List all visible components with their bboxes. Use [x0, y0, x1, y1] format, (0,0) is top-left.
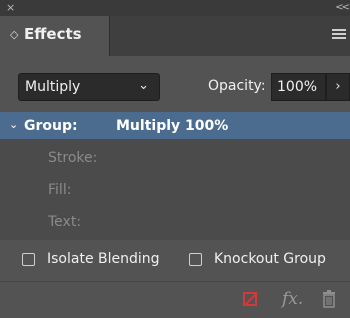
trash-icon[interactable] — [322, 290, 336, 308]
list-item-fill[interactable]: Fill: — [48, 182, 71, 198]
tab-toggle-icon[interactable]: ◇ — [10, 28, 18, 41]
tab-label: Effects — [24, 25, 82, 43]
blend-mode-dropdown[interactable]: Multiply ⌄ — [18, 73, 160, 101]
chevron-down-icon[interactable]: ⌄ — [9, 118, 18, 131]
blend-mode-value: Multiply — [25, 79, 81, 95]
group-row[interactable]: ⌄ Group: Multiply 100% — [0, 112, 350, 139]
chevron-down-icon: ⌄ — [138, 78, 149, 93]
collapse-icon[interactable]: << — [335, 1, 350, 15]
effects-list: ⌄ Group: Multiply 100% Stroke: Fill: Tex… — [0, 112, 350, 240]
fx-icon[interactable]: fx. — [282, 289, 303, 309]
group-value: Multiply 100% — [116, 118, 229, 134]
isolate-blending-checkbox[interactable] — [22, 253, 35, 266]
opacity-slider-button[interactable]: › — [326, 73, 350, 101]
close-icon[interactable]: × — [6, 1, 15, 15]
group-label: Group: — [24, 118, 78, 134]
clear-effects-icon[interactable] — [243, 292, 257, 306]
list-item-text[interactable]: Text: — [48, 214, 81, 230]
panel-menu-icon[interactable] — [332, 29, 346, 41]
tab-strip: ◇ Effects — [0, 16, 350, 56]
list-item-stroke[interactable]: Stroke: — [48, 150, 97, 166]
isolate-blending-label[interactable]: Isolate Blending — [47, 251, 160, 267]
tab-effects[interactable]: ◇ Effects — [0, 16, 110, 56]
knockout-group-label[interactable]: Knockout Group — [214, 251, 326, 267]
panel-footer: fx. — [0, 281, 350, 318]
opacity-value: 100% — [277, 79, 318, 95]
panel-title-bar: × << — [0, 0, 350, 16]
opacity-label: Opacity: — [208, 78, 266, 94]
knockout-group-checkbox[interactable] — [189, 253, 202, 266]
opacity-input[interactable]: 100% — [271, 73, 326, 101]
